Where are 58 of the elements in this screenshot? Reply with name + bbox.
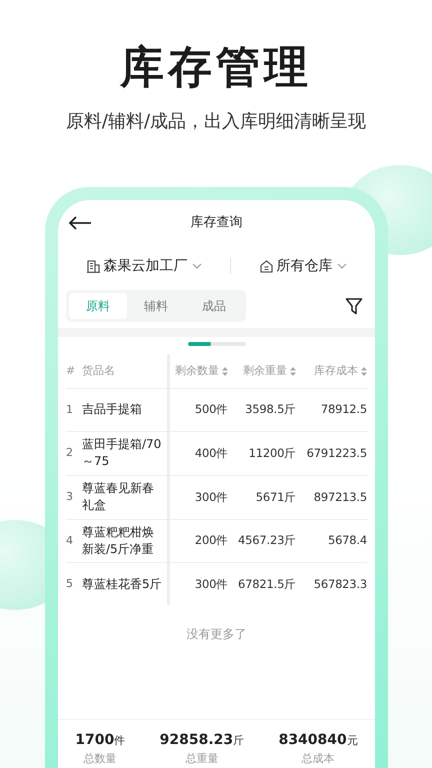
screen-title: 库存查询 bbox=[190, 214, 242, 232]
column-header[interactable]: # bbox=[66, 362, 76, 380]
table-cell-text: 蓝田手提箱/70～75 bbox=[82, 436, 162, 470]
factory-dropdown[interactable]: 森果云加工厂 bbox=[86, 256, 202, 276]
table-cell-text: 200件 bbox=[194, 532, 228, 550]
house-icon bbox=[260, 260, 272, 272]
total-value: 1700 bbox=[75, 731, 114, 750]
end-of-list-note: 没有更多了 bbox=[186, 626, 248, 644]
column-header[interactable]: 库存成本 bbox=[314, 362, 358, 380]
column-header[interactable]: 剩余重量 bbox=[243, 362, 287, 380]
scroll-indicator bbox=[188, 342, 246, 346]
table-cell-text: 5 bbox=[66, 576, 73, 592]
building-icon bbox=[86, 260, 100, 272]
table-cell: 67821.5斤 bbox=[238, 576, 296, 593]
total-label: 总数量 bbox=[84, 751, 117, 767]
sort-icon[interactable] bbox=[290, 366, 296, 376]
table-cell-text: 5678.4 bbox=[328, 532, 367, 550]
table-cell-text: 吉品手提箱 bbox=[82, 401, 143, 418]
column-header[interactable]: 货品名 bbox=[82, 362, 115, 380]
table-cell: 567823.3 bbox=[314, 576, 367, 593]
column-header[interactable]: 剩余数量 bbox=[175, 362, 219, 380]
table-cell-text: 78912.5 bbox=[320, 401, 367, 418]
tab[interactable]: 成品 bbox=[185, 293, 243, 319]
total-unit: 斤 bbox=[233, 733, 244, 749]
table-cell-text: 尊蓝桂花香5斤 bbox=[82, 576, 163, 593]
page-heading: 库存管理 bbox=[118, 41, 313, 92]
warehouse-dropdown[interactable]: 所有仓库 bbox=[260, 256, 346, 276]
table-cell-text: 500件 bbox=[194, 401, 228, 418]
table-cell-text: 11200斤 bbox=[248, 444, 296, 462]
total-unit: 元 bbox=[346, 733, 358, 749]
table-cell-text: 4567.23斤 bbox=[238, 532, 296, 550]
table-cell-text: 4 bbox=[66, 532, 73, 549]
table-cell-text: 尊蓝粑粑柑焕新装/5斤净重 bbox=[82, 524, 155, 558]
table-cell-text: 1 bbox=[66, 402, 73, 418]
table-cell-text: 3598.5斤 bbox=[245, 401, 296, 418]
page-subheading: 原料/辅料/成品，出入库明细清晰呈现 bbox=[64, 110, 368, 134]
sort-icon[interactable] bbox=[361, 366, 367, 376]
tab[interactable]: 辅料 bbox=[127, 293, 185, 319]
table-cell: 300件 bbox=[194, 488, 228, 506]
chevron-down-icon bbox=[336, 263, 346, 269]
chevron-down-icon bbox=[192, 263, 202, 269]
total-label: 总成本 bbox=[302, 751, 335, 767]
total-unit: 件 bbox=[114, 733, 126, 749]
table-cell: 5671斤 bbox=[256, 488, 296, 506]
tab[interactable]: 原料 bbox=[69, 293, 127, 319]
total-label: 总重量 bbox=[185, 751, 218, 767]
table-cell: 897213.5 bbox=[314, 488, 367, 506]
total-value: 92858.23 bbox=[160, 731, 234, 750]
table-cell: 300件 bbox=[194, 576, 228, 593]
table-cell-text: 2 bbox=[66, 445, 73, 462]
table-cell-text: 6791223.5 bbox=[306, 444, 367, 462]
table-cell-text: 3 bbox=[66, 488, 73, 505]
sort-icon[interactable] bbox=[222, 366, 228, 376]
total-value: 8340840 bbox=[278, 731, 347, 750]
back-icon[interactable] bbox=[68, 216, 92, 230]
filter-icon[interactable] bbox=[345, 297, 363, 315]
table-cell-text: 400件 bbox=[194, 444, 228, 462]
table-cell-text: 尊蓝春见新春礼盒 bbox=[82, 480, 155, 514]
